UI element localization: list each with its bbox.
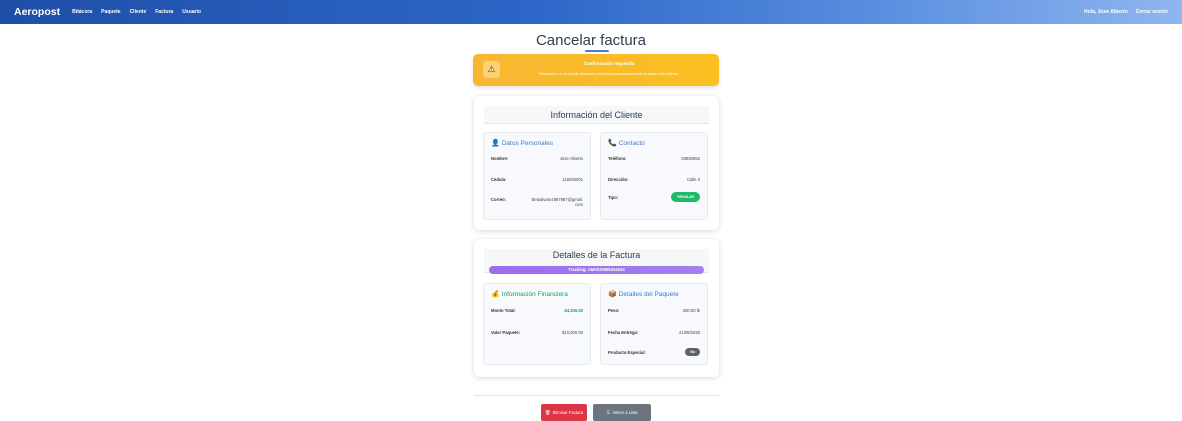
back-to-list-label: Volver a Lista bbox=[612, 410, 638, 415]
value-fecha-entrega: 21/08/2025 bbox=[679, 330, 700, 335]
value-telefono: 83850962 bbox=[681, 156, 700, 161]
invoice-card: Detalles de la Factura Tracking: AM00209… bbox=[474, 239, 719, 377]
invoice-header-text: Detalles de la Factura bbox=[552, 250, 641, 260]
nav-link-usuario[interactable]: Usuario bbox=[182, 9, 201, 15]
value-nombre: Jose Alberto bbox=[559, 156, 583, 161]
label-telefono: Teléfono: bbox=[608, 156, 627, 161]
label-nombre: Nombre: bbox=[491, 156, 509, 161]
title-underline bbox=[585, 50, 609, 52]
value-correo: Betoalvarez987987@gmail. com bbox=[531, 197, 583, 207]
phone-icon: 📞 bbox=[608, 140, 617, 147]
package-section-title: 📦 Detalles del Paquete bbox=[608, 290, 679, 298]
list-icon: ☰ bbox=[606, 409, 611, 415]
nav-link-factura[interactable]: Factura bbox=[155, 9, 173, 15]
label-valor-paquete: Valor Paquete: bbox=[491, 330, 521, 335]
nav-links: Bitácora Paquete Cliente Factura Usuario bbox=[72, 9, 201, 15]
label-fecha-entrega: Fecha Entrega: bbox=[608, 330, 639, 335]
contact-section-title: 📞 Contacto bbox=[608, 139, 645, 147]
tracking-badge: Tracking: AM0020985434034 bbox=[489, 266, 704, 274]
personal-title-text: Datos Personales bbox=[501, 140, 554, 147]
label-tipo: Tipo: bbox=[608, 195, 619, 200]
label-producto-especial: Producto Especial: bbox=[608, 350, 646, 355]
client-card: Información del Cliente 👤 Datos Personale… bbox=[474, 96, 719, 230]
nav-link-paquete[interactable]: Paquete bbox=[101, 9, 120, 15]
user-greeting: Hola, Jose Alberto bbox=[1084, 9, 1128, 15]
financial-title-text: Información Financiera bbox=[501, 291, 568, 298]
warning-title: Confirmación requerida bbox=[583, 61, 635, 66]
trash-icon: 🗑 bbox=[544, 409, 551, 415]
value-cedula: 118250001 bbox=[562, 177, 583, 182]
label-direccion: Dirección: bbox=[608, 177, 629, 182]
user-icon: 👤 bbox=[491, 140, 500, 147]
brand-logo[interactable]: Aeropost bbox=[14, 6, 60, 18]
delete-invoice-button[interactable]: 🗑 Eliminar Factura bbox=[541, 404, 587, 421]
delete-invoice-label: Eliminar Factura bbox=[552, 410, 584, 415]
personal-section: 👤 Datos Personales Nombre: Jose Alberto C… bbox=[483, 132, 591, 220]
status-badge: REGULAR bbox=[671, 192, 700, 202]
financial-section: 💰 Información Financiera Monto Total: $4,… bbox=[483, 283, 591, 365]
nav-right: Hola, Jose Alberto Cerrar sesión bbox=[1084, 9, 1168, 15]
value-monto-total: $4,300.00 bbox=[564, 308, 583, 313]
warning-triangle-icon: ⚠ bbox=[483, 61, 500, 78]
value-peso: 250.00 lb bbox=[682, 308, 700, 313]
label-correo: Correo: bbox=[491, 197, 507, 202]
page-title: Cancelar factura bbox=[535, 32, 647, 49]
contact-title-text: Contacto bbox=[618, 140, 645, 147]
navbar: Aeropost Bitácora Paquete Cliente Factur… bbox=[0, 0, 1182, 24]
nav-link-bitacora[interactable]: Bitácora bbox=[72, 9, 92, 15]
label-monto-total: Monto Total: bbox=[491, 308, 516, 313]
package-title-text: Detalles del Paquete bbox=[618, 291, 679, 298]
value-direccion: Calle 3 bbox=[686, 177, 700, 182]
client-card-header: Información del Cliente bbox=[484, 106, 709, 124]
label-cedula: Cedula: bbox=[491, 177, 507, 182]
value-valor-paquete: $10,000.00 bbox=[562, 330, 583, 335]
warning-alert: ⚠ Confirmación requerida Esta acción no … bbox=[473, 54, 719, 86]
financial-section-title: 💰 Información Financiera bbox=[491, 290, 568, 298]
warning-text: Esta acción no se puede deshacer y elimi… bbox=[539, 72, 679, 76]
actions-divider bbox=[474, 395, 719, 396]
package-section: 📦 Detalles del Paquete Peso: 250.00 lb Fe… bbox=[600, 283, 708, 365]
package-icon: 📦 bbox=[608, 291, 617, 298]
nav-link-cliente[interactable]: Cliente bbox=[130, 9, 147, 15]
special-product-badge: No bbox=[685, 348, 700, 356]
label-peso: Peso: bbox=[608, 308, 620, 313]
contact-section: 📞 Contacto Teléfono: 83850962 Dirección: … bbox=[600, 132, 708, 220]
personal-section-title: 👤 Datos Personales bbox=[491, 139, 553, 147]
value-correo-line2: com bbox=[575, 202, 583, 207]
money-bag-icon: 💰 bbox=[491, 291, 500, 298]
logout-link[interactable]: Cerrar sesión bbox=[1136, 9, 1168, 15]
back-to-list-button[interactable]: ☰ Volver a Lista bbox=[593, 404, 651, 421]
